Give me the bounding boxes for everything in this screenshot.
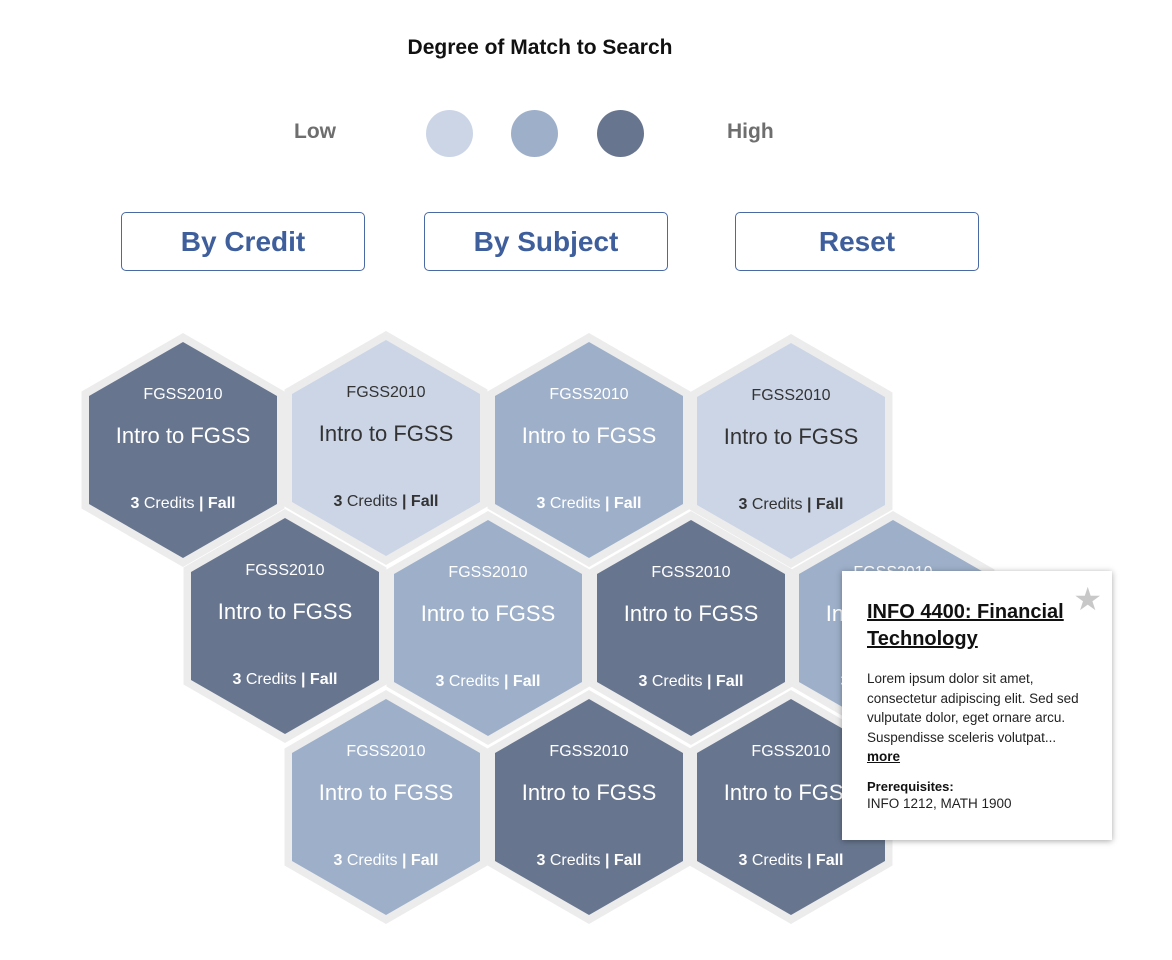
course-title: Intro to FGSS	[724, 780, 859, 805]
course-code: FGSS2010	[346, 384, 425, 401]
course-title: Intro to FGSS	[421, 601, 556, 626]
course-title: Intro to FGSS	[218, 599, 353, 624]
course-code: FGSS2010	[448, 564, 527, 581]
course-term: | Fall	[199, 495, 235, 512]
course-meta: 3 Credits | Fall	[739, 852, 844, 869]
course-term: | Fall	[807, 496, 843, 513]
course-code: FGSS2010	[549, 743, 628, 760]
course-term: | Fall	[707, 673, 743, 690]
popup-description: Lorem ipsum dolor sit amet, consectetur …	[867, 669, 1092, 767]
course-term: | Fall	[504, 673, 540, 690]
course-title: Intro to FGSS	[319, 780, 454, 805]
course-credits: 3	[131, 495, 140, 512]
course-meta: 3 Credits | Fall	[233, 671, 338, 688]
course-code: FGSS2010	[651, 564, 730, 581]
course-credits-label: Credits	[747, 852, 807, 869]
course-code: FGSS2010	[751, 743, 830, 760]
course-title: Intro to FGSS	[319, 421, 454, 446]
course-credits: 3	[537, 852, 546, 869]
course-title: Intro to FGSS	[522, 423, 657, 448]
course-credits-label: Credits	[342, 493, 402, 510]
course-term: | Fall	[301, 671, 337, 688]
course-code: FGSS2010	[346, 743, 425, 760]
course-credits-label: Credits	[139, 495, 199, 512]
course-title: Intro to FGSS	[116, 423, 251, 448]
course-term: | Fall	[402, 493, 438, 510]
course-credits-label: Credits	[545, 495, 605, 512]
course-meta: 3 Credits | Fall	[537, 495, 642, 512]
course-detail-popup: ★ INFO 4400: Financial Technology Lorem …	[842, 571, 1112, 840]
course-code: FGSS2010	[143, 386, 222, 403]
more-link[interactable]: more	[867, 749, 900, 764]
course-term: | Fall	[402, 852, 438, 869]
course-credits-label: Credits	[342, 852, 402, 869]
course-credits: 3	[334, 852, 343, 869]
course-credits-label: Credits	[241, 671, 301, 688]
course-credits-label: Credits	[444, 673, 504, 690]
prerequisites-label: Prerequisites:	[867, 778, 954, 794]
prerequisites-value: INFO 1212, MATH 1900	[867, 795, 1012, 811]
course-meta: 3 Credits | Fall	[334, 852, 439, 869]
course-credits: 3	[739, 496, 748, 513]
course-title: Intro to FGSS	[724, 424, 859, 449]
star-icon[interactable]: ★	[1073, 583, 1102, 615]
course-credits: 3	[537, 495, 546, 512]
course-credits-label: Credits	[647, 673, 707, 690]
course-title: Intro to FGSS	[522, 780, 657, 805]
popup-title[interactable]: INFO 4400: Financial Technology	[867, 599, 1072, 653]
course-meta: 3 Credits | Fall	[639, 673, 744, 690]
course-credits-label: Credits	[545, 852, 605, 869]
course-code: FGSS2010	[245, 562, 324, 579]
course-meta: 3 Credits | Fall	[334, 493, 439, 510]
popup-description-text: Lorem ipsum dolor sit amet, consectetur …	[867, 671, 1079, 745]
course-credits: 3	[639, 673, 648, 690]
course-title: Intro to FGSS	[624, 601, 759, 626]
course-meta: 3 Credits | Fall	[739, 496, 844, 513]
course-credits: 3	[334, 493, 343, 510]
course-credits: 3	[739, 852, 748, 869]
course-term: | Fall	[605, 495, 641, 512]
course-credits-label: Credits	[747, 496, 807, 513]
course-meta: 3 Credits | Fall	[537, 852, 642, 869]
course-credits: 3	[436, 673, 445, 690]
course-meta: 3 Credits | Fall	[131, 495, 236, 512]
course-code: FGSS2010	[549, 386, 628, 403]
course-term: | Fall	[605, 852, 641, 869]
course-code: FGSS2010	[751, 387, 830, 404]
course-meta: 3 Credits | Fall	[436, 673, 541, 690]
course-term: | Fall	[807, 852, 843, 869]
course-credits: 3	[233, 671, 242, 688]
